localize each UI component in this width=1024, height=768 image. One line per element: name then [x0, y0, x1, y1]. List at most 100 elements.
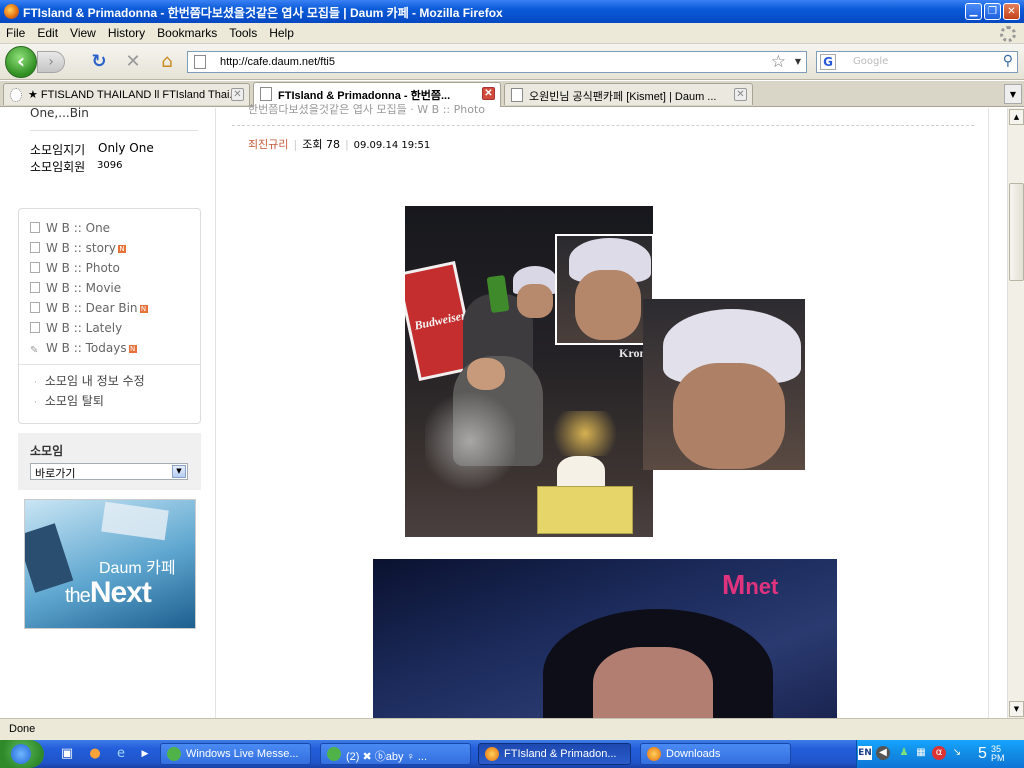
url-dropdown-icon[interactable]: ▼ [795, 57, 801, 66]
divider [988, 108, 989, 718]
post-meta: 죄진규리 | 조회 78 | 09.09.14 19:51 [248, 138, 431, 151]
bottle [486, 274, 510, 314]
tab-ftisland-thailand[interactable]: ★ FTISLAND THAILAND ll FTIsland Thai... … [3, 83, 250, 105]
loading-icon [10, 88, 22, 102]
menu-file[interactable]: File [0, 23, 31, 40]
members-count: 3096 [97, 160, 123, 171]
minimize-button[interactable]: ▁ [965, 3, 982, 20]
new-badge-icon: N [139, 305, 148, 313]
sidebar-item-movie[interactable]: W B :: Movie [30, 281, 121, 295]
reload-icon[interactable]: ↻ [88, 51, 110, 73]
menu-bar: File Edit View History Bookmarks Tools Help [0, 23, 1024, 44]
sidebar-item-lately[interactable]: W B :: Lately [30, 321, 122, 335]
tab-label: 오원빈님 공식팬카페 [Kismet] | Daum ... [529, 91, 717, 103]
sidebar-item-one[interactable]: W B :: One [30, 221, 110, 235]
pencil-icon: ✎ [30, 345, 40, 357]
task-label: Downloads [666, 748, 721, 760]
post-date: 09.09.14 19:51 [353, 140, 431, 151]
menu-help[interactable]: Help [263, 23, 300, 40]
maximize-button[interactable]: ❐ [984, 3, 1001, 20]
page-icon [511, 88, 523, 102]
new-badge-icon: N [128, 345, 137, 353]
tab-kismet[interactable]: 오원빈님 공식팬카페 [Kismet] | Daum ... ✕ [504, 83, 753, 105]
post-author[interactable]: 죄진규리 [248, 138, 288, 151]
chevron-down-icon[interactable]: ▼ [172, 465, 186, 478]
sidebar-item-label: W B :: story [46, 241, 116, 255]
vertical-scrollbar[interactable]: ▲ ▼ [1007, 108, 1024, 718]
taskbar-item-firefox[interactable]: FTIsland & Primadon... [478, 743, 631, 765]
face [673, 363, 785, 469]
bookmark-star-icon[interactable]: ☆ [771, 52, 786, 72]
forward-button[interactable]: › [37, 51, 65, 73]
post-photo-closeup-large [643, 299, 805, 470]
taskbar-item-messenger[interactable]: Windows Live Messe... [160, 743, 311, 765]
tab-close-icon[interactable]: ✕ [482, 87, 495, 100]
sidebar-item-photo[interactable]: W B :: Photo [30, 261, 120, 275]
firefox-icon [4, 4, 19, 19]
somoim-title: 소모임 [30, 444, 64, 458]
back-button[interactable]: ‹ [5, 46, 37, 78]
menu-history[interactable]: History [102, 23, 151, 40]
scroll-down-arrow-icon[interactable]: ▼ [1009, 701, 1024, 717]
scroll-thumb[interactable] [1009, 183, 1024, 281]
banner-daum-text: Daum 카페 [99, 560, 176, 577]
audio-icon[interactable]: ◀ [876, 746, 890, 760]
tab-close-icon[interactable]: ✕ [734, 88, 747, 101]
messenger-tray-icon[interactable]: ♟ [897, 746, 911, 760]
menu-tools[interactable]: Tools [223, 23, 263, 40]
language-indicator[interactable]: EN [858, 746, 872, 760]
task-label: FTIsland & Primadon... [504, 748, 617, 760]
quicklaunch-expand-icon[interactable]: ▶ [136, 745, 154, 763]
firefox-icon [485, 747, 499, 761]
tab-list-dropdown-icon[interactable]: ▼ [1004, 84, 1022, 104]
taskbar-item-downloads[interactable]: Downloads [640, 743, 791, 765]
clock[interactable]: 5 35 PM [978, 745, 1005, 763]
doc-icon [30, 262, 40, 273]
start-button[interactable] [0, 740, 44, 768]
shortcut-select[interactable]: 바로가기 ▼ [30, 463, 188, 480]
search-icon[interactable]: ⚲ [1003, 53, 1013, 69]
messenger-icon [327, 747, 341, 761]
tab-close-icon[interactable]: ✕ [231, 88, 244, 101]
window-title: FTIsland & Primadonna - 한번쯤다보셨을것같은 엽사 모집… [23, 6, 503, 20]
menu-view[interactable]: View [64, 23, 102, 40]
gift-box [537, 486, 633, 534]
search-box[interactable]: G Google ⚲ [816, 51, 1018, 73]
stop-icon[interactable]: ✕ [122, 51, 144, 73]
internet-explorer-icon[interactable]: e [112, 745, 130, 763]
sidebar-item-label: W B :: Todays [46, 341, 127, 355]
sidebar-item-story[interactable]: W B :: story N [30, 241, 126, 255]
search-placeholder[interactable]: Google [853, 56, 888, 67]
post-views: 조회 78 [302, 138, 340, 151]
scroll-up-arrow-icon[interactable]: ▲ [1009, 109, 1024, 125]
sidebar-item-dear-bin[interactable]: W B :: Dear Bin N [30, 301, 148, 315]
google-engine-icon[interactable]: G [820, 54, 836, 70]
leave-somoim-link[interactable]: · 소모임 탈퇴 [34, 392, 104, 409]
home-icon[interactable]: ⌂ [156, 51, 178, 73]
taskbar-item-chat[interactable]: (2) ✖ ⓑaby ♀ ... [320, 743, 471, 765]
antivirus-icon[interactable]: α [932, 746, 946, 760]
close-button[interactable]: ✕ [1003, 3, 1020, 20]
sidebar-item-todays[interactable]: ✎ W B :: Todays N [30, 341, 137, 357]
tab-label: ★ FTISLAND THAILAND ll FTIsland Thai... [28, 89, 239, 101]
menu-edit[interactable]: Edit [31, 23, 64, 40]
firefox-quicklaunch-icon[interactable]: ● [86, 745, 104, 763]
window-titlebar[interactable]: FTIsland & Primadonna - 한번쯤다보셨을것같은 엽사 모집… [0, 0, 1024, 23]
edit-my-info-link[interactable]: · 소모임 내 정보 수정 [34, 372, 145, 389]
network-icon[interactable]: ▦ [914, 746, 928, 760]
url-text[interactable]: http://cafe.daum.net/fti5 [220, 56, 335, 68]
mnet-logo: Mnet [722, 569, 779, 600]
daum-the-next-banner[interactable]: Daum 카페 theNext [24, 499, 196, 629]
leader-value[interactable]: Only One [98, 141, 154, 155]
sub-item-label: 소모임 탈퇴 [44, 394, 104, 408]
show-desktop-icon[interactable]: ▣ [58, 745, 76, 763]
page-icon [194, 55, 206, 69]
url-bar[interactable]: http://cafe.daum.net/fti5 ☆ ▼ [187, 51, 807, 73]
post-photo-mnet: Mnet [373, 559, 837, 719]
doc-icon [30, 282, 40, 293]
status-text: Done [9, 723, 36, 735]
new-badge-icon: N [117, 245, 126, 253]
members-label: 소모임회원 [30, 160, 86, 174]
menu-bookmarks[interactable]: Bookmarks [151, 23, 223, 40]
connection-icon[interactable]: ↘ [950, 746, 964, 760]
